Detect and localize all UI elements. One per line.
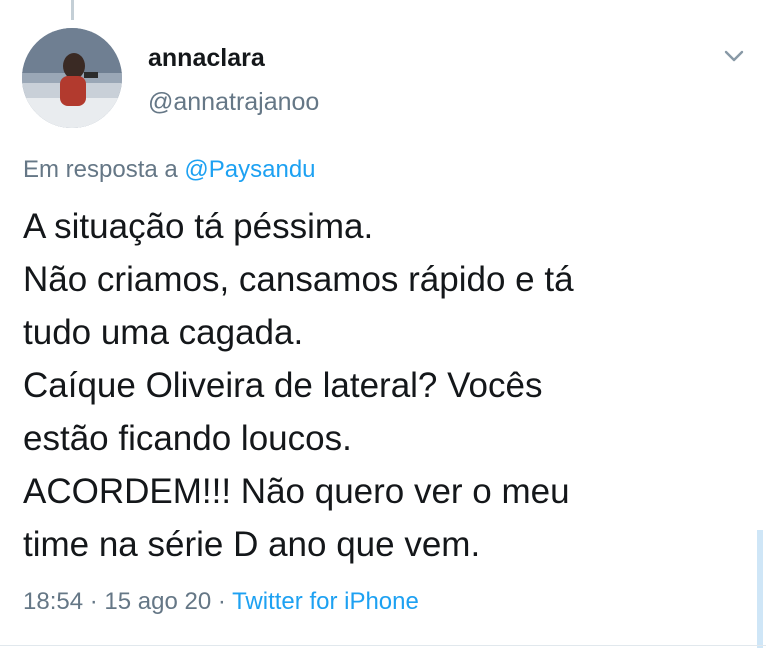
- avatar[interactable]: [22, 28, 122, 128]
- tweet-text: A situação tá péssima. Não criamos, cans…: [23, 200, 743, 571]
- divider: [0, 645, 766, 646]
- tweet-text-line: ACORDEM!!! Não quero ver o meu: [23, 472, 570, 511]
- meta-separator: ·: [89, 588, 98, 615]
- tweet-text-line: tudo uma cagada.: [23, 313, 304, 352]
- tweet-text-line: time na série D ano que vem.: [23, 525, 481, 564]
- avatar-photo: [22, 28, 122, 128]
- tweet-source-link[interactable]: Twitter for iPhone: [232, 588, 419, 615]
- tweet-text-line: Caíque Oliveira de lateral? Vocês: [23, 366, 543, 405]
- reply-context: Em resposta a @Paysandu: [23, 156, 316, 184]
- tweet-text-line: A situação tá péssima.: [23, 207, 374, 246]
- chevron-down-icon[interactable]: [720, 42, 748, 70]
- thread-connector-line: [71, 0, 74, 20]
- user-handle[interactable]: @annatrajanoo: [148, 88, 319, 117]
- meta-separator: ·: [217, 588, 226, 615]
- display-name[interactable]: annaclara: [148, 44, 265, 73]
- reply-mention-link[interactable]: @Paysandu: [184, 156, 315, 183]
- scrollbar[interactable]: [757, 530, 763, 648]
- tweet-text-line: Não criamos, cansamos rápido e tá: [23, 260, 574, 299]
- reply-prefix: Em resposta a: [23, 156, 178, 183]
- tweet-metadata: 18:54 · 15 ago 20 · Twitter for iPhone: [23, 588, 419, 616]
- tweet-time[interactable]: 18:54: [23, 588, 83, 615]
- tweet-date[interactable]: 15 ago 20: [104, 588, 211, 615]
- tweet-text-line: estão ficando loucos.: [23, 419, 352, 458]
